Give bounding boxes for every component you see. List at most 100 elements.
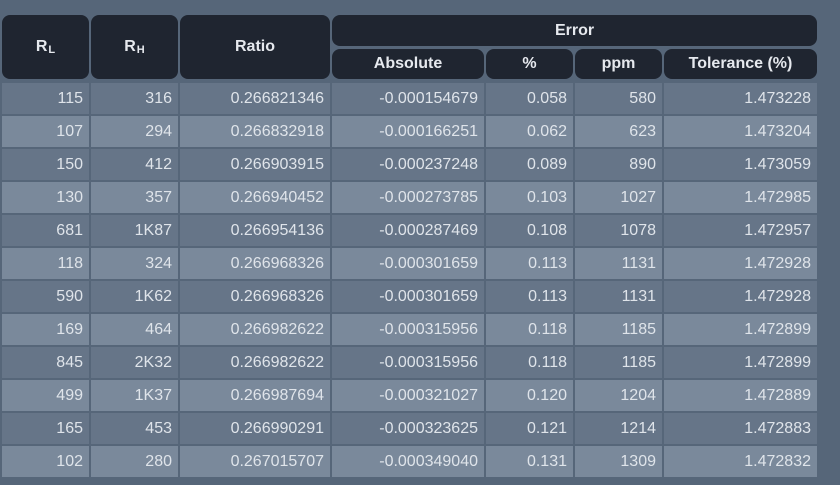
cell-ppm: 1185: [575, 347, 662, 378]
cell-rh: 464: [91, 314, 178, 345]
cell-tolerance: 1.472899: [664, 347, 817, 378]
header-rl-sub: L: [48, 44, 56, 56]
cell-tolerance: 1.472832: [664, 446, 817, 477]
cell-tolerance: 1.472889: [664, 380, 817, 411]
cell-percent: 0.121: [486, 413, 573, 444]
cell-absolute: -0.000166251: [332, 116, 484, 147]
cell-ppm: 1078: [575, 215, 662, 246]
cell-tolerance: 1.473204: [664, 116, 817, 147]
cell-percent: 0.108: [486, 215, 573, 246]
cell-ratio: 0.266968326: [180, 281, 330, 312]
cell-percent: 0.089: [486, 149, 573, 180]
table-row: 845 2K32 0.266982622 -0.000315956 0.118 1185 1…: [2, 347, 818, 378]
table-row: 165 453 0.266990291 -0.000323625 0.121 1214 1.…: [2, 413, 818, 444]
table-row: 499 1K37 0.266987694 -0.000321027 0.120 1204 1…: [2, 380, 818, 411]
cell-ppm: 1204: [575, 380, 662, 411]
cell-ratio: 0.266990291: [180, 413, 330, 444]
cell-tolerance: 1.472957: [664, 215, 817, 246]
cell-absolute: -0.000273785: [332, 182, 484, 213]
table-row: 102 280 0.267015707 -0.000349040 0.131 1309 1.…: [2, 446, 818, 477]
header-ppm: ppm: [575, 49, 662, 79]
cell-tolerance: 1.473228: [664, 83, 817, 114]
cell-ratio: 0.266940452: [180, 182, 330, 213]
header-rh: RH: [91, 15, 178, 79]
cell-absolute: -0.000287469: [332, 215, 484, 246]
cell-rl: 118: [2, 248, 89, 279]
header-rl-base: R: [35, 38, 48, 55]
cell-absolute: -0.000321027: [332, 380, 484, 411]
header-absolute: Absolute: [332, 49, 484, 79]
header-rh-sub: H: [136, 44, 145, 56]
cell-tolerance: 1.472928: [664, 248, 817, 279]
cell-percent: 0.058: [486, 83, 573, 114]
cell-ratio: 0.266987694: [180, 380, 330, 411]
header-percent: %: [486, 49, 573, 79]
cell-absolute: -0.000301659: [332, 248, 484, 279]
cell-percent: 0.113: [486, 281, 573, 312]
cell-rh: 1K62: [91, 281, 178, 312]
cell-rh: 1K37: [91, 380, 178, 411]
cell-rl: 590: [2, 281, 89, 312]
cell-ratio: 0.266903915: [180, 149, 330, 180]
cell-absolute: -0.000237248: [332, 149, 484, 180]
cell-ppm: 1309: [575, 446, 662, 477]
table-row: 118 324 0.266968326 -0.000301659 0.113 1131 1.…: [2, 248, 818, 279]
cell-ppm: 1214: [575, 413, 662, 444]
cell-ppm: 580: [575, 83, 662, 114]
cell-absolute: -0.000315956: [332, 347, 484, 378]
cell-ppm: 1131: [575, 248, 662, 279]
header-error: Error: [332, 15, 817, 46]
header-rh-base: R: [124, 38, 136, 55]
cell-ppm: 1131: [575, 281, 662, 312]
cell-percent: 0.113: [486, 248, 573, 279]
cell-tolerance: 1.472899: [664, 314, 817, 345]
cell-absolute: -0.000315956: [332, 314, 484, 345]
cell-rl: 130: [2, 182, 89, 213]
cell-ppm: 1185: [575, 314, 662, 345]
cell-rh: 1K87: [91, 215, 178, 246]
cell-rl: 845: [2, 347, 89, 378]
cell-absolute: -0.000301659: [332, 281, 484, 312]
cell-ratio: 0.267015707: [180, 446, 330, 477]
cell-percent: 0.120: [486, 380, 573, 411]
cell-rh: 453: [91, 413, 178, 444]
table-row: 130 357 0.266940452 -0.000273785 0.103 1027 1.…: [2, 182, 818, 213]
cell-percent: 0.118: [486, 347, 573, 378]
cell-ratio: 0.266954136: [180, 215, 330, 246]
cell-ppm: 1027: [575, 182, 662, 213]
table-row: 115 316 0.266821346 -0.000154679 0.058 580 1.4…: [2, 83, 818, 114]
cell-tolerance: 1.472883: [664, 413, 817, 444]
cell-rh: 294: [91, 116, 178, 147]
cell-percent: 0.118: [486, 314, 573, 345]
header-tolerance: Tolerance (%): [664, 49, 817, 79]
table-row: 590 1K62 0.266968326 -0.000301659 0.113 1131 1…: [2, 281, 818, 312]
cell-ratio: 0.266968326: [180, 248, 330, 279]
cell-ratio: 0.266982622: [180, 347, 330, 378]
table-row: 150 412 0.266903915 -0.000237248 0.089 890 1.4…: [2, 149, 818, 180]
cell-ratio: 0.266821346: [180, 83, 330, 114]
cell-rl: 499: [2, 380, 89, 411]
table-row: 681 1K87 0.266954136 -0.000287469 0.108 1078 1…: [2, 215, 818, 246]
cell-rh: 324: [91, 248, 178, 279]
cell-rh: 2K32: [91, 347, 178, 378]
cell-rl: 107: [2, 116, 89, 147]
cell-ratio: 0.266832918: [180, 116, 330, 147]
cell-percent: 0.103: [486, 182, 573, 213]
header-ratio: Ratio: [180, 15, 330, 79]
cell-rh: 280: [91, 446, 178, 477]
cell-rl: 169: [2, 314, 89, 345]
cell-tolerance: 1.472928: [664, 281, 817, 312]
cell-rl: 115: [2, 83, 89, 114]
cell-rl: 165: [2, 413, 89, 444]
cell-rh: 412: [91, 149, 178, 180]
cell-rh: 357: [91, 182, 178, 213]
cell-absolute: -0.000323625: [332, 413, 484, 444]
cell-absolute: -0.000349040: [332, 446, 484, 477]
cell-percent: 0.062: [486, 116, 573, 147]
cell-rl: 681: [2, 215, 89, 246]
cell-rl: 150: [2, 149, 89, 180]
cell-ppm: 623: [575, 116, 662, 147]
header-rl: RL: [2, 15, 89, 79]
cell-absolute: -0.000154679: [332, 83, 484, 114]
table-row: 107 294 0.266832918 -0.000166251 0.062 623 1.4…: [2, 116, 818, 147]
